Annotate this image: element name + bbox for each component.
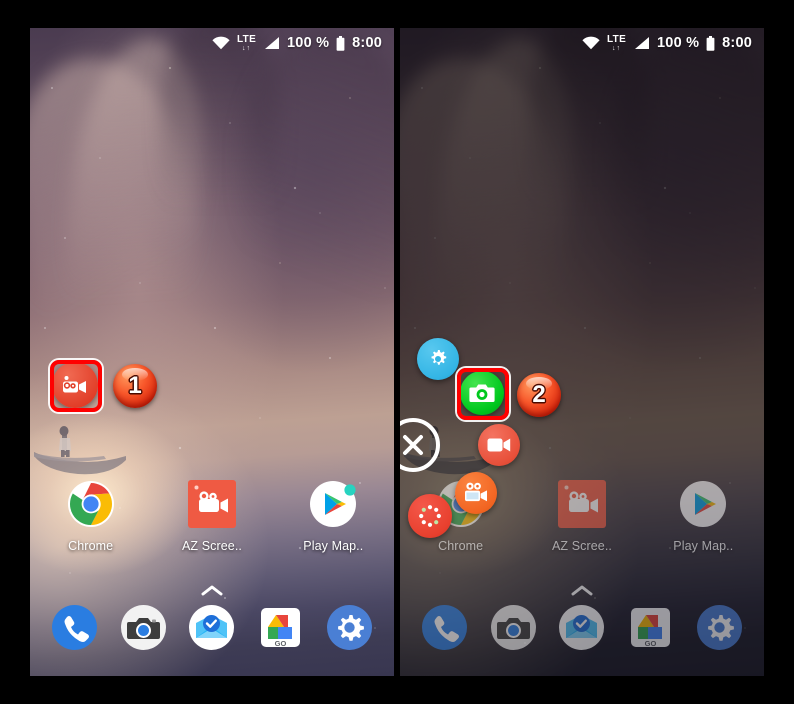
app-drawer-handle-right[interactable] [400,584,764,596]
play-store-icon [309,480,357,528]
svg-text:GO: GO [645,639,657,648]
close-x-icon [403,435,423,455]
home-app-play-map[interactable]: Play Map.. [285,480,381,553]
signal-bars-icon [265,37,280,49]
home-app-play-map[interactable]: Play Map.. [655,480,751,553]
files-go-label: GO [275,639,287,648]
dotted-ring-icon [419,505,441,527]
dock-settings[interactable] [697,604,743,650]
az-screen-recorder-icon [557,480,606,528]
dock-camera[interactable] [490,604,536,650]
chevron-up-icon [571,585,593,596]
video-camera-icon [487,438,511,452]
battery-full-icon [336,35,345,51]
battery-full-icon [706,35,715,51]
clock-label: 8:00 [722,35,752,51]
dock-files-go[interactable]: GO [628,605,673,650]
step-badge-2: 2 [517,373,561,417]
dock-inbox[interactable] [189,604,235,650]
highlight-box-bubble [50,360,102,412]
home-app-label: Play Map.. [673,539,734,553]
app-drawer-handle-left[interactable] [30,584,394,596]
wifi-icon [582,36,600,50]
dock-right: GO [400,602,764,652]
az-screen-recorder-icon [187,480,236,528]
status-bar-right: LTE ↓↑ 100 % 8:00 [400,28,764,58]
home-app-label: Chrome [438,539,484,553]
home-app-az-screen-recorder[interactable]: AZ Scree.. [534,480,630,553]
menu-settings-button[interactable] [417,338,459,380]
dock-settings[interactable] [327,604,373,650]
clock-label: 8:00 [352,35,382,51]
phone-panel-left: LTE ↓↑ 100 % 8:00 Chrome AZ Scree.. Play… [30,28,394,676]
network-type-indicator: LTE ↓↑ [607,33,627,52]
menu-draw-button[interactable] [408,494,452,538]
home-app-row-left: Chrome AZ Scree.. Play Map.. [30,480,394,576]
menu-gif-record-button[interactable] [455,472,497,514]
wifi-icon [212,36,230,50]
dock-phone[interactable] [421,604,467,650]
phone-panel-right: LTE ↓↑ 100 % 8:00 Chrome AZ Scree.. Play… [400,28,764,676]
home-app-chrome[interactable]: Chrome [43,480,139,553]
play-store-icon [679,480,727,528]
dock-camera[interactable] [120,604,166,650]
chevron-up-icon [201,585,223,596]
home-app-label: AZ Scree.. [551,539,612,553]
battery-percent-label: 100 % [287,35,330,51]
chrome-icon [67,480,115,528]
status-bar-left: LTE ↓↑ 100 % 8:00 [30,28,394,58]
step-badge-1: 1 [113,364,157,408]
dock-inbox[interactable] [559,604,605,650]
dock-files-go[interactable]: GO [258,605,303,650]
home-app-label: AZ Scree.. [181,539,242,553]
screenshot-stage: LTE ↓↑ 100 % 8:00 Chrome AZ Scree.. Play… [0,0,794,704]
highlight-box-screenshot [457,368,509,420]
home-app-label: Chrome [68,539,114,553]
settings-gear-icon [431,350,447,365]
network-type-indicator: LTE ↓↑ [237,33,257,52]
dock-phone[interactable] [51,604,97,650]
dock-left: GO [30,602,394,652]
battery-percent-label: 100 % [657,35,700,51]
menu-record-button[interactable] [478,424,520,466]
home-app-az-screen-recorder[interactable]: AZ Scree.. [164,480,260,553]
wallpaper-boat-figure [34,426,126,475]
home-app-label: Play Map.. [303,539,364,553]
movie-camera-icon [465,482,487,502]
signal-bars-icon [635,37,650,49]
wallpaper-left [30,28,394,676]
